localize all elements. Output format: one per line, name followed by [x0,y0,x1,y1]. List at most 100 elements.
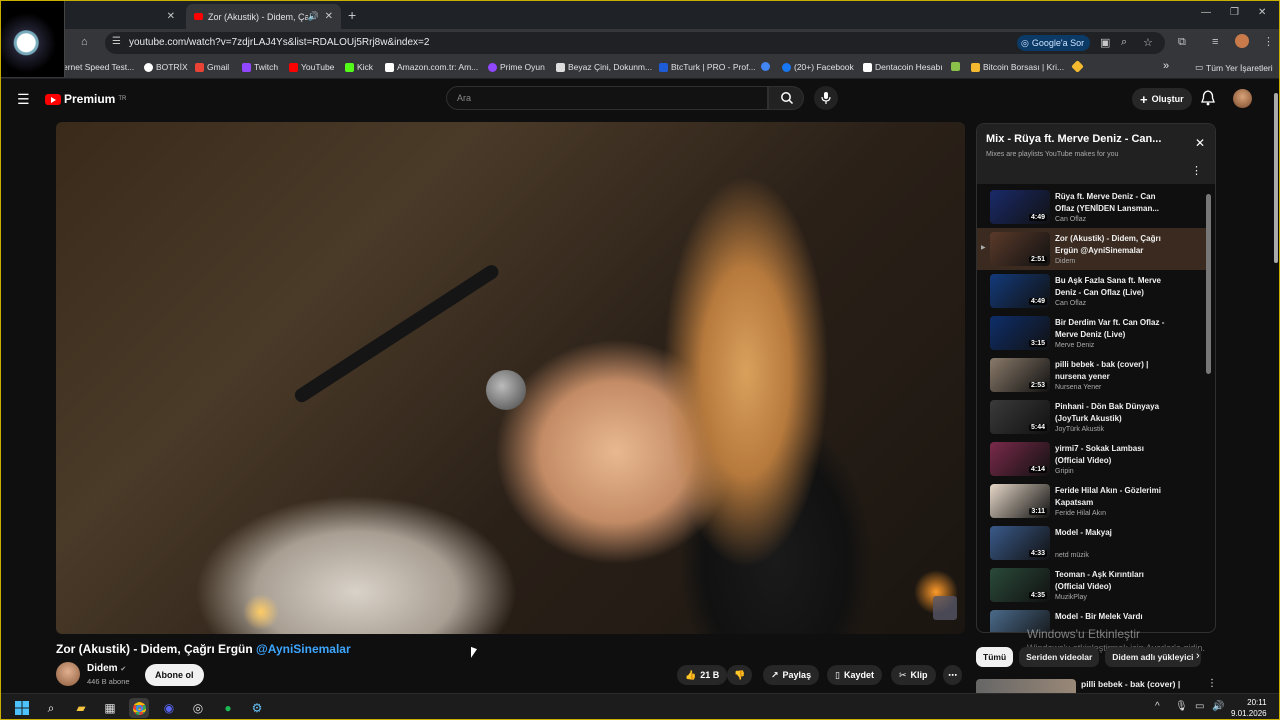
taskbar-clock[interactable]: 20:11 9.01.2026 [1231,697,1267,719]
bookmark-item[interactable]: Dentacoin Hesabı [863,62,943,72]
close-icon[interactable]: ✕ [1195,136,1205,150]
recommended-title[interactable]: pilli bebek - bak (cover) | [1081,679,1180,689]
url-text[interactable]: youtube.com/watch?v=7zdjrLAJ4Ys&list=RDA… [129,37,429,48]
microsoft-store-icon[interactable]: ▦ [100,698,120,718]
account-avatar[interactable] [1233,89,1252,108]
bookmarks-overflow-icon[interactable]: » [1163,60,1169,72]
playlist-item[interactable]: 5:44 Pinhani - Dön Bak Dünyaya (JoyTurk A… [977,396,1207,438]
bookmark-item[interactable]: Gmail [195,62,229,72]
steam-icon[interactable]: ⚙ [247,698,267,718]
playlist-video-title[interactable]: pilli bebek - bak (cover) | nursena yene… [1055,359,1175,383]
menu-icon[interactable]: ☰ [17,91,30,108]
playlist-item[interactable]: 4:33 Model - Makyaj netd müzik [977,522,1207,564]
more-menu-icon[interactable]: ⋮ [1263,35,1274,48]
all-bookmarks-folder[interactable]: ▭ Tüm Yer İşaretleri [1195,62,1273,73]
playlist-thumbnail[interactable]: 4:33 [990,526,1050,560]
cast-icon[interactable]: ▣ [1100,36,1110,49]
clip-button[interactable]: ✂ Klip [891,665,936,685]
playlist-video-title[interactable]: yirmi7 - Sokak Lambası (Official Video) [1055,443,1175,467]
bookmark-item[interactable]: Beyaz Çini, Dokunm... [556,62,652,72]
create-button[interactable]: + Oluştur [1132,88,1192,110]
playlist-item[interactable]: 4:49 Rüya ft. Merve Deniz - Can Oflaz (YE… [977,186,1207,228]
chip-uploader[interactable]: Didem adlı yükleyici [1105,647,1201,667]
playlist-item[interactable]: ▶ 2:51 Zor (Akustik) - Didem, Çağrı Ergün … [977,228,1207,270]
chip-all[interactable]: Tümü [976,647,1014,667]
bookmark-item[interactable]: Twitch [242,62,278,72]
more-vertical-icon[interactable]: ⋮ [1191,164,1202,177]
notifications-bell-icon[interactable] [1201,90,1215,106]
bookmark-item[interactable]: Bitcoin Borsası | Kri... [971,62,1064,72]
close-window-icon[interactable]: ✕ [1258,7,1266,18]
extensions-icon[interactable]: ⧉ [1178,36,1186,49]
video-player[interactable] [56,122,965,634]
spotify-icon[interactable]: ● [218,698,238,718]
page-scrollbar-thumb[interactable] [1274,93,1278,263]
playlist-thumbnail[interactable]: 5:44 [990,400,1050,434]
page-scrollbar[interactable] [1272,81,1279,693]
playlist-scrollbar[interactable] [1206,194,1211,374]
playlist-video-title[interactable]: Bir Derdim Var ft. Can Oflaz - Merve Den… [1055,317,1175,341]
playlist-video-title[interactable]: Pinhani - Dön Bak Dünyaya (JoyTurk Akust… [1055,401,1175,425]
playlist-item[interactable]: 3:15 Bir Derdim Var ft. Can Oflaz - Merve… [977,312,1207,354]
bookmark-item[interactable]: Prime Oyun [488,62,545,72]
playlist-video-title[interactable]: Rüya ft. Merve Deniz - Can Oflaz (YENİDE… [1055,191,1175,215]
more-vertical-icon[interactable]: ⋮ [1207,678,1217,689]
playlist-video-title[interactable]: Zor (Akustik) - Didem, Çağrı Ergün @Ayni… [1055,233,1175,257]
subscribe-button[interactable]: Abone ol [145,664,204,686]
playlist-thumbnail[interactable]: 4:35 [990,568,1050,602]
search-input[interactable]: Ara [446,86,768,110]
save-button[interactable]: ▯ Kaydet [827,665,882,685]
file-explorer-icon[interactable]: ▰ [71,698,91,718]
recommended-thumbnail[interactable] [976,679,1076,693]
speaker-icon[interactable]: 🔊 [308,11,319,22]
minimize-icon[interactable]: — [1201,7,1211,18]
channel-avatar[interactable] [56,662,80,686]
bookmark-item[interactable]: BtcTurk | PRO - Prof... [659,62,756,72]
microphone-icon[interactable]: 🎙 [1175,701,1188,712]
playlist-video-title[interactable]: Teoman - Aşk Kırıntıları (Official Video… [1055,569,1175,593]
volume-icon[interactable]: 🔊 [1212,701,1224,712]
more-actions-button[interactable]: ⋯ [943,665,962,685]
home-icon[interactable]: ⌂ [81,36,88,48]
playlist-thumbnail[interactable]: 4:14 [990,442,1050,476]
bookmark-item[interactable]: Kick [345,62,373,72]
bookmark-item[interactable]: BOTRİX [144,62,188,72]
close-icon[interactable]: ✕ [325,11,333,22]
chip-series[interactable]: Seriden videolar [1019,647,1100,667]
video-title-mention[interactable]: @AyniSinemalar [256,642,351,656]
playlist-item[interactable]: 2:53 pilli bebek - bak (cover) | nursena … [977,354,1207,396]
zoom-icon[interactable]: ⌕ [1121,36,1127,49]
playlist-title[interactable]: Mix - Rüya ft. Merve Deniz - Can... [986,133,1176,145]
playlist-item[interactable]: 4:49 Bu Aşk Fazla Sana ft. Merve Deniz - … [977,270,1207,312]
bookmark-item[interactable]: ernet Speed Test... [63,62,134,72]
playlist-thumbnail[interactable]: 2:53 [990,358,1050,392]
google-ask-button[interactable]: ◎ Google'a Sor [1017,35,1091,51]
chrome-icon[interactable] [129,698,149,718]
bookmark-item[interactable] [761,62,770,71]
playlist-thumbnail[interactable]: 2:51 [990,232,1050,266]
new-tab-icon[interactable]: + [348,7,356,23]
profile-avatar[interactable] [1235,34,1249,48]
playlist-video-title[interactable]: Model - Bir Melek Vardı [1055,611,1175,623]
bookmark-item[interactable]: YouTube [289,62,334,72]
reading-list-icon[interactable]: ≡ [1212,36,1218,48]
address-bar[interactable]: ☰ youtube.com/watch?v=7zdjrLAJ4Ys&list=R… [105,32,1165,54]
browser-tab-inactive[interactable]: ✕ [65,4,183,29]
playlist-thumbnail[interactable]: 3:11 [990,484,1050,518]
dislike-button[interactable]: 👎 [727,665,753,685]
chevron-right-icon[interactable]: › [1196,650,1200,662]
bookmark-item[interactable] [951,62,960,71]
discord-icon[interactable]: ◉ [159,698,179,718]
playlist-thumbnail[interactable]: 4:49 [990,190,1050,224]
network-icon[interactable]: ▭ [1195,701,1204,712]
playlist-item[interactable]: 3:11 Feride Hilal Akın - Gözlerimi Kapats… [977,480,1207,522]
playlist-item[interactable]: 4:14 yirmi7 - Sokak Lambası (Official Vid… [977,438,1207,480]
voice-search-button[interactable] [814,86,838,110]
playlist-thumbnail[interactable]: 4:49 [990,274,1050,308]
search-button[interactable] [768,86,804,110]
site-info-icon[interactable]: ☰ [112,36,121,47]
close-icon[interactable]: ✕ [167,11,175,22]
share-button[interactable]: ↗ Paylaş [763,665,820,685]
playlist-thumbnail[interactable]: 3:15 [990,316,1050,350]
playlist-video-title[interactable]: Model - Makyaj [1055,527,1175,539]
